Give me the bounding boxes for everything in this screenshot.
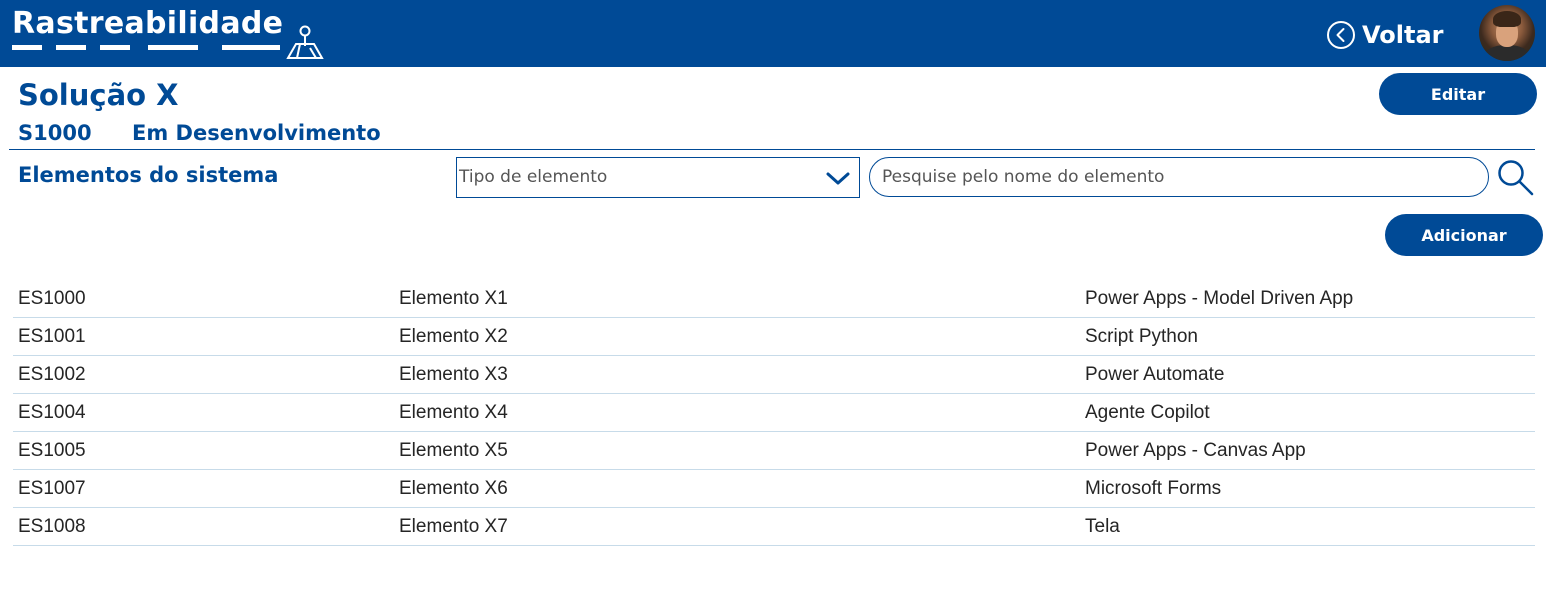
element-type: Tela bbox=[1085, 516, 1120, 537]
table-row[interactable]: ES1008 Elemento X7 Tela bbox=[13, 508, 1535, 546]
element-type-select-value: Tipo de elemento bbox=[459, 167, 608, 187]
element-type-select[interactable]: Tipo de elemento bbox=[456, 157, 860, 198]
element-type: Microsoft Forms bbox=[1085, 478, 1222, 499]
element-type: Agente Copilot bbox=[1085, 402, 1210, 423]
search-input[interactable] bbox=[869, 157, 1489, 197]
elements-table: ES1000 Elemento X1 Power Apps - Model Dr… bbox=[13, 280, 1535, 546]
map-pin-icon bbox=[286, 25, 324, 59]
element-type: Power Apps - Model Driven App bbox=[1085, 288, 1354, 309]
avatar[interactable] bbox=[1479, 5, 1535, 61]
element-type: Power Apps - Canvas App bbox=[1085, 440, 1306, 461]
table-row[interactable]: ES1001 Elemento X2 Script Python bbox=[13, 318, 1535, 356]
top-bar: Rastreabilidade Voltar bbox=[0, 0, 1546, 67]
chevron-left-circle-icon bbox=[1327, 21, 1355, 49]
app-title: Rastreabilidade bbox=[12, 6, 284, 41]
element-code: ES1008 bbox=[18, 516, 86, 537]
element-code: ES1002 bbox=[18, 364, 86, 385]
table-row[interactable]: ES1002 Elemento X3 Power Automate bbox=[13, 356, 1535, 394]
element-code: ES1004 bbox=[18, 402, 86, 423]
table-row[interactable]: ES1007 Elemento X6 Microsoft Forms bbox=[13, 470, 1535, 508]
element-name: Elemento X5 bbox=[399, 440, 508, 461]
add-button[interactable]: Adicionar bbox=[1385, 214, 1543, 256]
element-name: Elemento X3 bbox=[399, 364, 508, 385]
element-name: Elemento X6 bbox=[399, 478, 508, 499]
brand-dashes bbox=[12, 45, 280, 51]
element-type: Script Python bbox=[1085, 326, 1198, 347]
solution-code: S1000 bbox=[18, 121, 92, 145]
chevron-down-icon bbox=[826, 172, 850, 185]
search-icon[interactable] bbox=[1496, 158, 1536, 198]
section-title: Elementos do sistema bbox=[18, 163, 279, 187]
table-row[interactable]: ES1005 Elemento X5 Power Apps - Canvas A… bbox=[13, 432, 1535, 470]
edit-button[interactable]: Editar bbox=[1379, 73, 1537, 115]
element-code: ES1001 bbox=[18, 326, 86, 347]
element-code: ES1005 bbox=[18, 440, 86, 461]
solution-status: Em Desenvolvimento bbox=[132, 121, 381, 145]
table-row[interactable]: ES1000 Elemento X1 Power Apps - Model Dr… bbox=[13, 280, 1535, 318]
page-title: Solução X bbox=[18, 78, 179, 112]
back-label: Voltar bbox=[1362, 21, 1444, 49]
element-name: Elemento X4 bbox=[399, 402, 508, 423]
element-name: Elemento X1 bbox=[399, 288, 508, 309]
element-name: Elemento X2 bbox=[399, 326, 508, 347]
section-divider bbox=[9, 149, 1535, 150]
element-code: ES1007 bbox=[18, 478, 86, 499]
back-button[interactable]: Voltar bbox=[1326, 18, 1443, 52]
element-type: Power Automate bbox=[1085, 364, 1225, 385]
element-name: Elemento X7 bbox=[399, 516, 508, 537]
element-code: ES1000 bbox=[18, 288, 86, 309]
table-row[interactable]: ES1004 Elemento X4 Agente Copilot bbox=[13, 394, 1535, 432]
